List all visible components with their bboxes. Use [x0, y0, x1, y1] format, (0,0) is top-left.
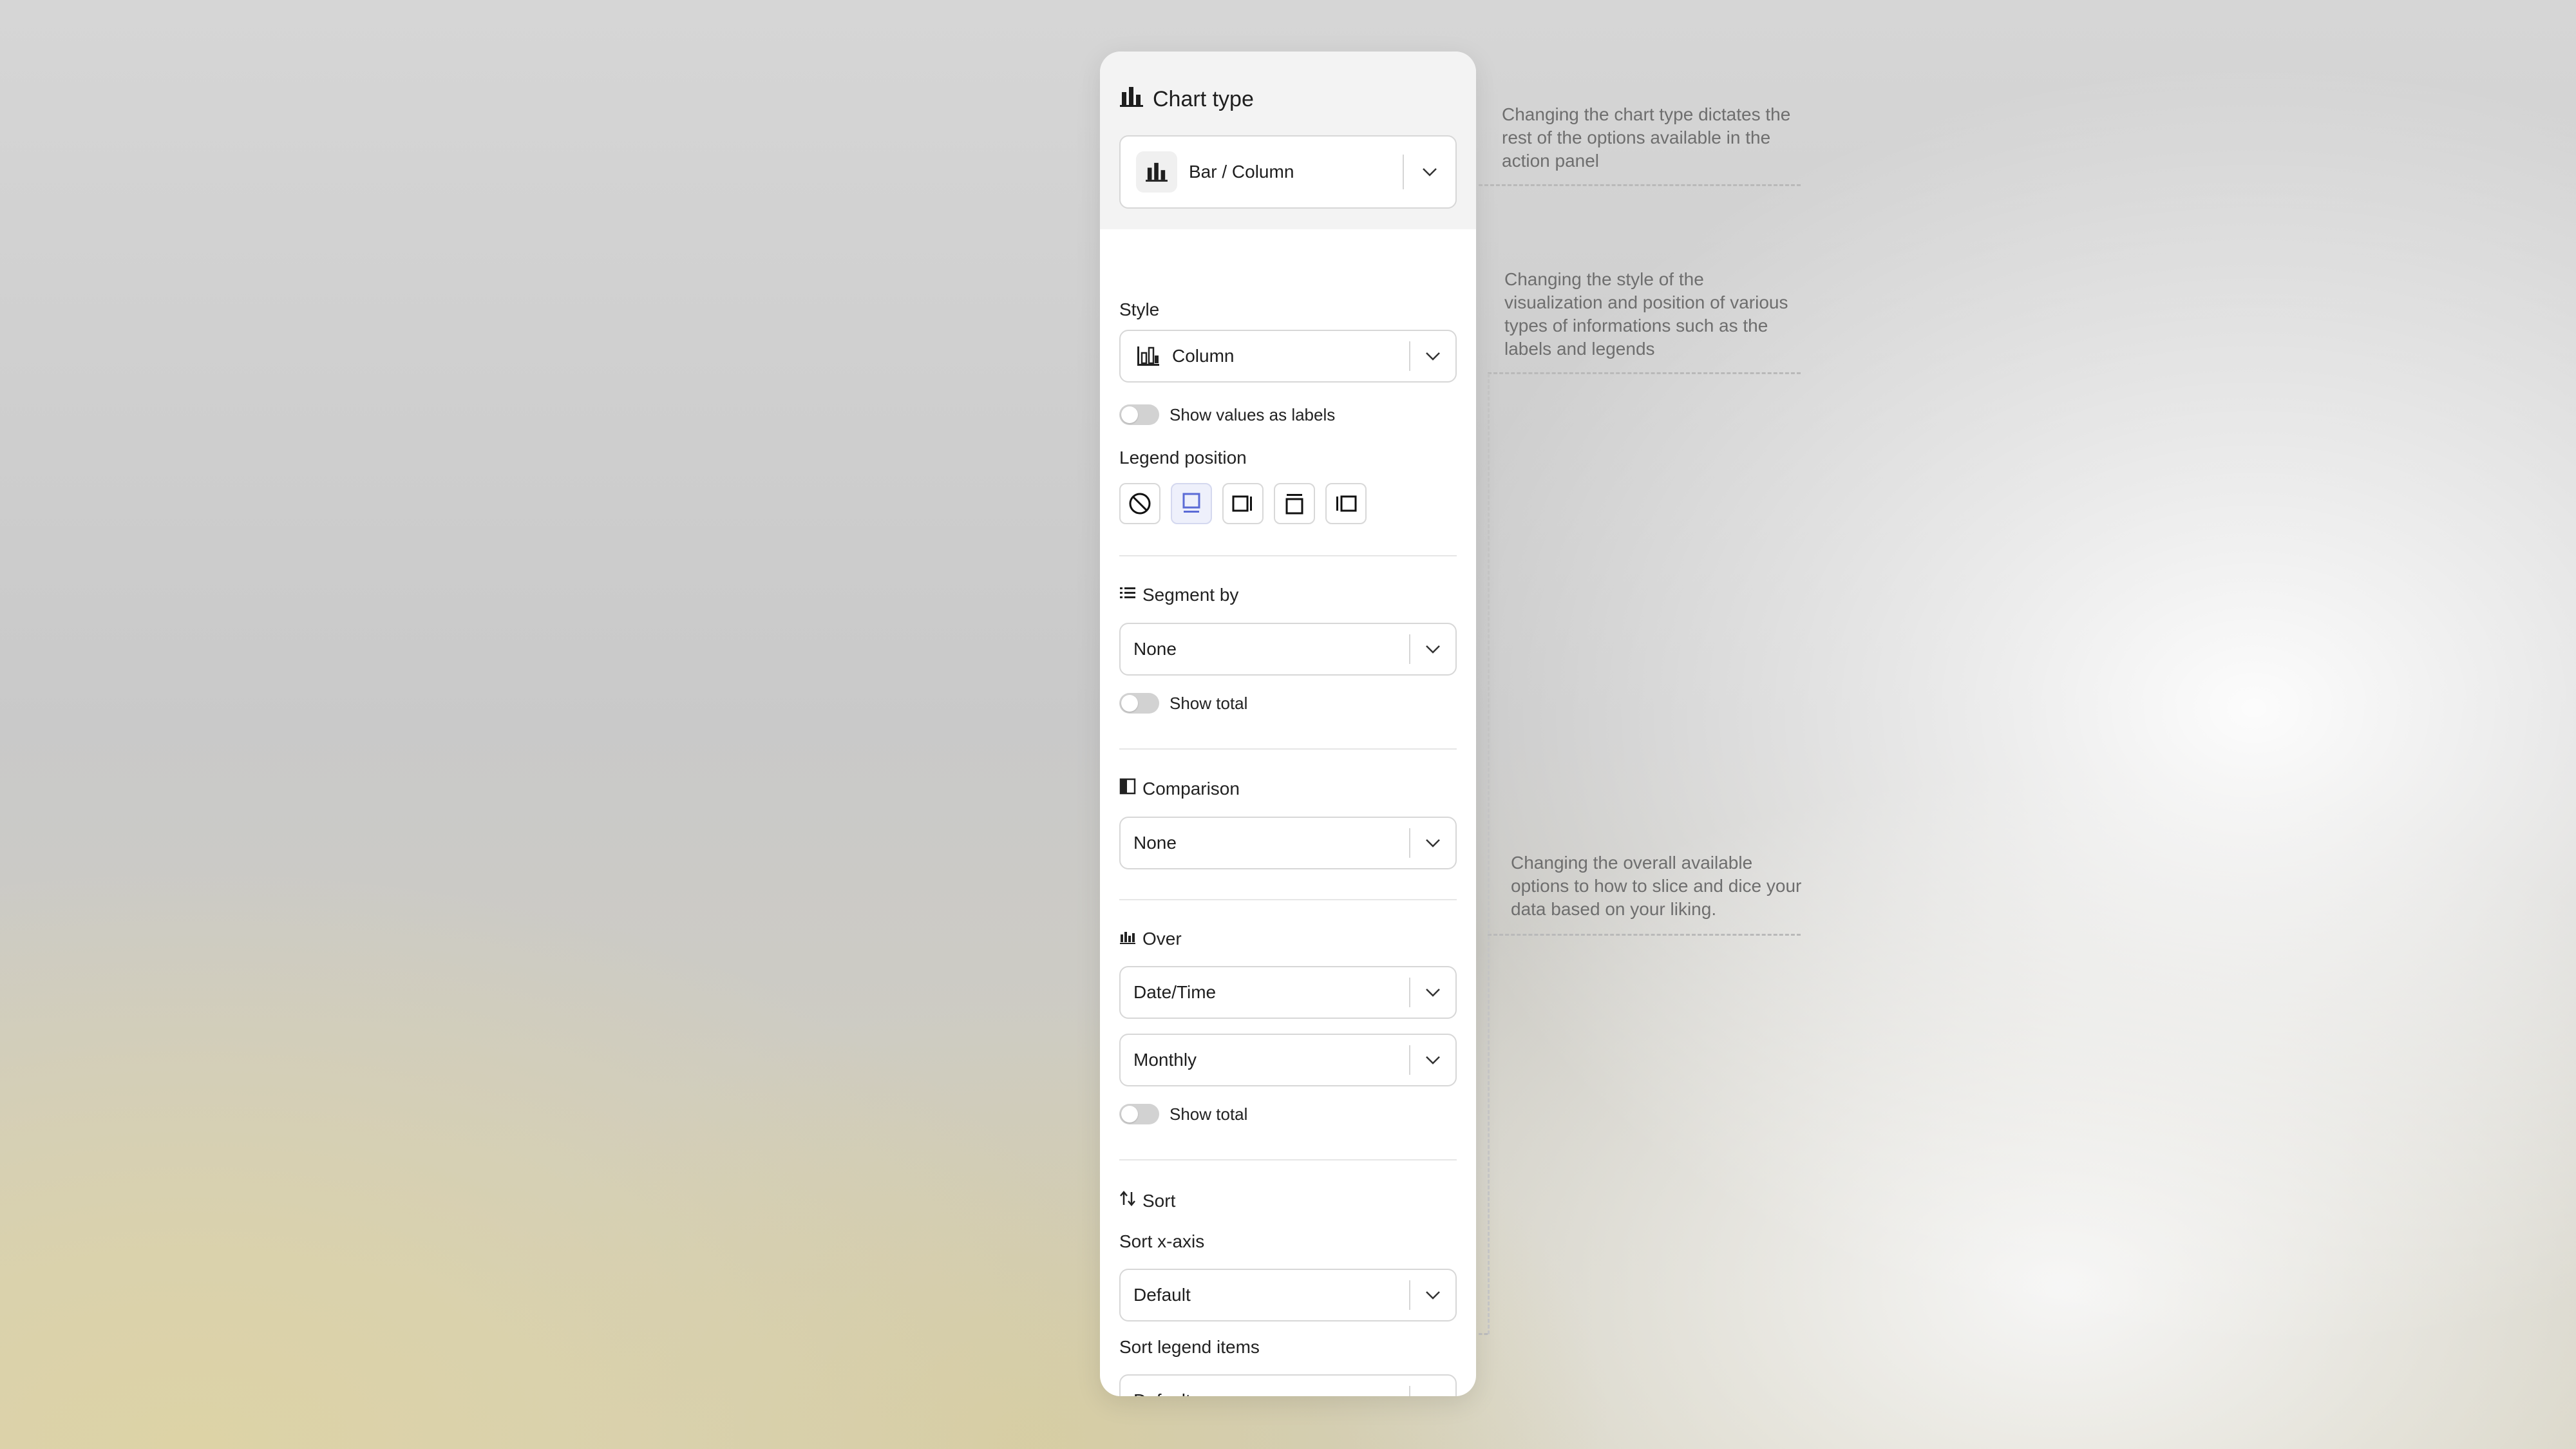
legend-position-group	[1119, 483, 1367, 524]
column-chart-icon	[1136, 345, 1160, 367]
segment-by-header: Segment by	[1119, 585, 1238, 605]
chevron-down-icon[interactable]	[1410, 331, 1455, 381]
segment-show-total-toggle[interactable]	[1119, 693, 1159, 714]
chart-type-select[interactable]: Bar / Column	[1119, 135, 1457, 209]
segment-show-total-row: Show total	[1119, 693, 1247, 714]
no-legend-icon	[1129, 493, 1151, 515]
list-icon	[1119, 585, 1136, 605]
chevron-down-icon[interactable]	[1410, 624, 1455, 674]
comparison-select[interactable]: None	[1119, 817, 1457, 869]
comparison-title: Comparison	[1142, 778, 1240, 799]
section-divider	[1119, 555, 1457, 556]
over-value: Date/Time	[1133, 982, 1217, 1002]
legend-right-button[interactable]	[1222, 483, 1264, 524]
sort-x-axis-value: Default	[1133, 1285, 1191, 1305]
chart-type-annotation: Changing the chart type dictates the res…	[1502, 104, 1791, 171]
comparison-value: None	[1133, 833, 1177, 853]
style-value: Column	[1172, 346, 1235, 366]
legend-none-button[interactable]	[1119, 483, 1160, 524]
sort-x-axis-label: Sort x-axis	[1119, 1231, 1205, 1251]
grouped-bar-icon	[1119, 929, 1136, 949]
legend-left-button[interactable]	[1325, 483, 1367, 524]
segment-by-title: Segment by	[1142, 585, 1239, 605]
comparison-icon	[1119, 778, 1136, 799]
over-header: Over	[1119, 929, 1182, 949]
bar-chart-icon	[1136, 151, 1177, 193]
chevron-down-icon[interactable]	[1410, 1035, 1455, 1085]
segment-by-value: None	[1133, 639, 1177, 659]
section-divider	[1119, 748, 1457, 750]
over-show-total-toggle[interactable]	[1119, 1104, 1159, 1124]
chart-type-title: Chart type	[1153, 86, 1254, 111]
legend-bottom-icon	[1182, 493, 1200, 513]
legend-right-icon	[1232, 495, 1252, 512]
over-title: Over	[1142, 929, 1182, 949]
chevron-down-icon[interactable]	[1410, 1376, 1455, 1396]
legend-top-icon	[1285, 494, 1303, 515]
legend-top-button[interactable]	[1274, 483, 1315, 524]
show-values-toggle-row: Show values as labels	[1119, 404, 1335, 425]
legend-bottom-button[interactable]	[1171, 483, 1212, 524]
sort-header: Sort	[1119, 1190, 1175, 1211]
segment-show-total-label: Show total	[1170, 693, 1248, 713]
annotation-connector	[1479, 184, 1801, 186]
chart-type-header: Chart type	[1119, 80, 1254, 118]
annotation-connector	[1488, 372, 1801, 374]
annotation-bracket	[1488, 374, 1490, 1334]
annotation-connector	[1479, 1333, 1488, 1335]
segment-by-select[interactable]: None	[1119, 623, 1457, 676]
over-show-total-label: Show total	[1170, 1104, 1248, 1124]
chevron-down-icon[interactable]	[1404, 137, 1455, 207]
sort-title: Sort	[1142, 1190, 1176, 1211]
over-show-total-row: Show total	[1119, 1104, 1247, 1124]
section-divider	[1119, 899, 1457, 900]
interval-select[interactable]: Monthly	[1119, 1034, 1457, 1086]
sort-legend-label: Sort legend items	[1119, 1337, 1260, 1357]
show-values-toggle[interactable]	[1119, 404, 1159, 425]
sort-legend-select[interactable]: Default	[1119, 1374, 1457, 1396]
style-label: Style	[1119, 299, 1160, 319]
comparison-header: Comparison	[1119, 778, 1240, 799]
legend-left-icon	[1336, 495, 1357, 512]
legend-position-label: Legend position	[1119, 448, 1247, 468]
chart-options-panel: Chart type Bar / Column Style Column Sho…	[1100, 52, 1476, 1396]
show-values-label: Show values as labels	[1170, 404, 1336, 424]
chevron-down-icon[interactable]	[1410, 1270, 1455, 1320]
style-select[interactable]: Column	[1119, 330, 1457, 383]
chart-type-section: Chart type Bar / Column	[1100, 52, 1476, 229]
section-divider	[1119, 1159, 1457, 1160]
chevron-down-icon[interactable]	[1410, 967, 1455, 1018]
interval-value: Monthly	[1133, 1050, 1197, 1070]
bar-chart-icon	[1119, 86, 1144, 113]
sort-legend-value: Default	[1121, 1390, 1409, 1396]
options-annotation: Changing the overall available options t…	[1511, 853, 1802, 919]
style-annotation: Changing the style of the visualization …	[1504, 269, 1788, 359]
over-select[interactable]: Date/Time	[1119, 966, 1457, 1019]
sort-arrows-icon	[1119, 1190, 1136, 1211]
annotation-connector	[1488, 934, 1801, 936]
chart-type-value: Bar / Column	[1189, 162, 1294, 182]
chevron-down-icon[interactable]	[1410, 818, 1455, 868]
sort-x-axis-select[interactable]: Default	[1119, 1269, 1457, 1321]
